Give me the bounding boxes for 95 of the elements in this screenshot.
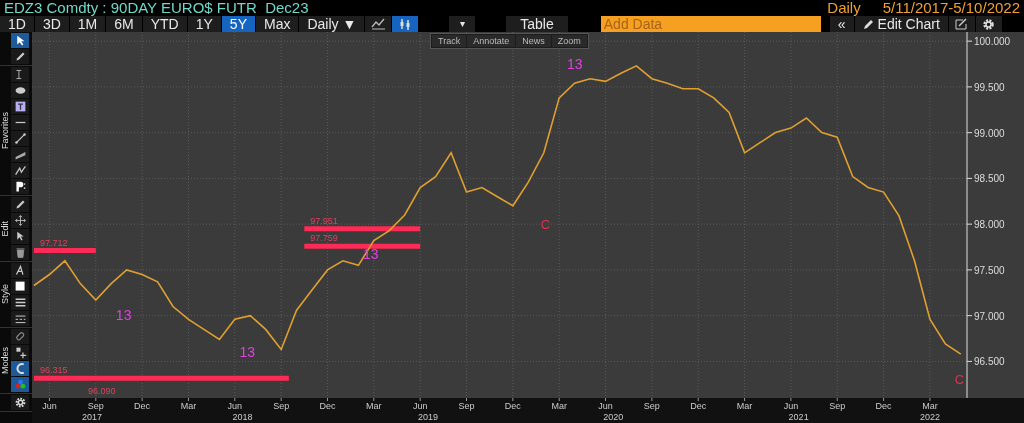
- range-tab[interactable]: 1M: [69, 16, 106, 32]
- price-level-label: 97.712: [40, 237, 68, 248]
- color-swatch-icon[interactable]: [11, 279, 29, 294]
- x-axis-label: Mar: [922, 401, 938, 411]
- chart-tool-button[interactable]: Zoom: [551, 35, 587, 47]
- chart-tool-button[interactable]: News: [516, 35, 551, 47]
- x-axis-label: Sep: [273, 401, 290, 411]
- x-axis-label: Mar: [180, 401, 197, 411]
- date-range: 5/11/2017-5/10/2022: [882, 0, 1020, 16]
- price-level-label: 96.090: [88, 386, 116, 397]
- wave-letter-label: C: [954, 372, 965, 388]
- y-axis-label: 96.500: [974, 356, 1005, 368]
- line-chart-button[interactable]: [365, 16, 392, 32]
- line-segment-icon[interactable]: [11, 131, 29, 146]
- year-label: 2020: [603, 412, 624, 422]
- wave-letter-label: C: [540, 216, 551, 232]
- more-dropdown[interactable]: ▾: [449, 16, 476, 32]
- x-axis-label: Jun: [412, 401, 428, 411]
- year-label: 2018: [232, 412, 253, 422]
- font-icon[interactable]: [11, 263, 29, 278]
- x-axis-label: Mar: [366, 401, 382, 411]
- x-axis-label: Mar: [736, 401, 753, 411]
- pen-icon[interactable]: [11, 197, 29, 212]
- y-axis-label: 98.500: [974, 173, 1005, 185]
- period-dropdown[interactable]: Daily ▼: [299, 16, 365, 32]
- chart-tool-button[interactable]: Track: [432, 35, 467, 47]
- y-axis-label: 98.000: [974, 219, 1005, 231]
- line-weight-icon[interactable]: [11, 295, 29, 310]
- year-label: 2022: [919, 412, 940, 422]
- x-axis-label: Dec: [504, 401, 521, 411]
- channel-icon[interactable]: [11, 147, 29, 162]
- x-axis-label: Sep: [643, 401, 660, 411]
- range-tab[interactable]: 1D: [0, 16, 34, 32]
- y-axis-label: 99.000: [974, 127, 1005, 139]
- x-axis-label: Sep: [829, 401, 846, 411]
- settings-icon[interactable]: [975, 16, 1002, 32]
- x-axis-label: Dec: [875, 401, 892, 411]
- text-tool-icon[interactable]: [11, 99, 29, 114]
- x-axis-label: Dec: [319, 401, 336, 411]
- x-axis-label: Jun: [598, 401, 613, 411]
- toolbar-section-label: Style: [0, 284, 11, 305]
- y-axis-label: 97.000: [974, 310, 1005, 322]
- toolbar-section-label: Modes: [0, 347, 11, 374]
- year-label: 2019: [417, 412, 438, 422]
- edit-chart-button[interactable]: Edit Chart: [854, 16, 948, 32]
- range-tab[interactable]: 6M: [106, 16, 142, 32]
- year-label: 2017: [81, 412, 102, 422]
- move-icon[interactable]: [11, 213, 29, 228]
- year-label: 2021: [788, 412, 809, 422]
- y-axis-label: 100.000: [974, 36, 1011, 48]
- price-level-label: 97.951: [310, 215, 338, 226]
- x-axis-label: Jun: [783, 401, 799, 411]
- measure-icon[interactable]: [11, 67, 29, 82]
- toolbar-section-label: Edit: [0, 220, 11, 237]
- range-tab[interactable]: 1Y: [187, 16, 221, 32]
- range-tab[interactable]: YTD: [142, 16, 187, 32]
- toolbar-section-label: Favorites: [0, 112, 11, 149]
- sequence-count-label: 13: [566, 55, 583, 72]
- y-axis-label: 97.500: [974, 264, 1005, 276]
- x-axis-label: Dec: [690, 401, 707, 411]
- edit-icon[interactable]: [948, 16, 975, 32]
- line-style-icon[interactable]: [11, 311, 29, 326]
- x-axis-label: Mar: [551, 401, 567, 411]
- collapse-button[interactable]: «: [829, 16, 854, 32]
- security-title: EDZ3 Comdty : 90DAY EURO$ FUTR Dec23: [4, 0, 309, 16]
- range-tab[interactable]: 5Y: [221, 16, 255, 32]
- pencil-icon: [862, 18, 874, 30]
- price-level-label: 96.315: [40, 365, 68, 376]
- zigzag-icon[interactable]: [11, 163, 29, 178]
- pointer-icon[interactable]: [11, 33, 29, 48]
- select-icon[interactable]: [11, 229, 29, 244]
- range-tab[interactable]: 3D: [34, 16, 69, 32]
- sequence-count-label: 13: [363, 245, 379, 262]
- pen-icon[interactable]: [11, 49, 29, 64]
- trash-icon[interactable]: [11, 245, 29, 260]
- x-axis-label: Jun: [42, 401, 57, 411]
- x-axis-label: Dec: [134, 401, 151, 411]
- label-icon[interactable]: [11, 179, 29, 194]
- y-axis-label: 99.500: [974, 81, 1005, 93]
- frequency-label: Daily: [827, 0, 861, 16]
- line-chart-icon: [370, 17, 386, 31]
- add-data-field[interactable]: Add Data: [600, 16, 821, 32]
- x-axis-label: Sep: [87, 401, 104, 411]
- sequence-count-label: 13: [115, 307, 132, 324]
- chart-tool-button[interactable]: Annotate: [467, 35, 516, 47]
- table-button[interactable]: Table: [506, 16, 568, 32]
- x-axis-label: Jun: [227, 401, 243, 411]
- x-axis-label: Sep: [458, 401, 475, 411]
- link-icon[interactable]: [11, 329, 29, 344]
- range-tab[interactable]: Max: [255, 16, 299, 32]
- settings-icon[interactable]: [11, 395, 29, 410]
- magnet-icon[interactable]: [11, 361, 29, 376]
- price-level-label: 97.759: [310, 233, 338, 244]
- sequence-count-label: 13: [239, 343, 255, 360]
- bar-chart-button[interactable]: [392, 16, 419, 32]
